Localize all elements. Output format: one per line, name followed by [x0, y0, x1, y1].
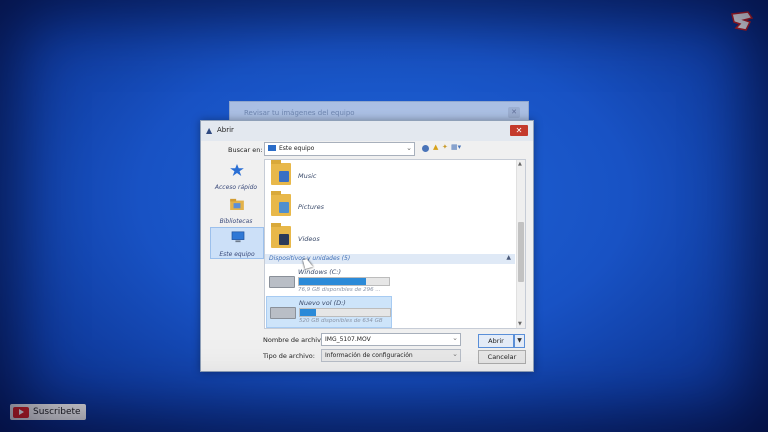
file-name-label: Nombre de archivo:: [263, 336, 328, 344]
pictures-folder-icon: [271, 191, 291, 216]
videos-folder-icon: [271, 223, 291, 248]
look-in-label: Buscar en:: [228, 146, 263, 154]
drive-free-space: 76,9 GB disponibles de 296 ...: [298, 287, 381, 293]
scroll-up-icon[interactable]: ▲: [518, 161, 522, 167]
drive-item-c[interactable]: Windows (C:) 76,9 GB disponibles de 296 …: [266, 266, 390, 296]
folder-name: Videos: [298, 235, 320, 243]
cancel-button[interactable]: Cancelar: [478, 350, 526, 364]
file-type-label: Tipo de archivo:: [263, 352, 315, 360]
chevron-down-icon[interactable]: ⌄: [452, 334, 458, 342]
chevron-down-icon: ⌄: [452, 350, 458, 358]
drive-name: Windows (C:): [298, 268, 342, 276]
list-item-folder[interactable]: Pictures: [271, 191, 511, 220]
file-name-value: IMG_5107.MOV: [325, 335, 371, 343]
chevron-up-icon[interactable]: ▲: [506, 254, 511, 261]
computer-icon: [268, 145, 276, 151]
drive-usage-bar: [298, 277, 390, 286]
up-folder-icon[interactable]: ▲: [433, 143, 438, 151]
scroll-down-icon[interactable]: ▼: [518, 321, 522, 327]
place-this-pc[interactable]: Este equipo: [210, 227, 264, 259]
views-icon[interactable]: ▦▾: [451, 143, 461, 151]
folder-name: Music: [298, 172, 317, 180]
place-label: Acceso rápido: [214, 184, 258, 191]
chevron-down-icon: ⌄: [406, 144, 412, 152]
background-dialog-title: Revisar tu imágenes del equipo: [244, 109, 355, 117]
file-type-value: Información de configuración: [325, 351, 413, 359]
drive-usage-bar: [299, 308, 391, 317]
open-button[interactable]: Abrir: [478, 334, 514, 348]
look-in-value: Este equipo: [279, 145, 315, 152]
vertical-scrollbar[interactable]: ▲ ▼: [516, 160, 525, 328]
list-item-folder[interactable]: Videos: [271, 223, 511, 252]
close-button[interactable]: ✕: [510, 125, 528, 136]
music-folder-icon: [271, 160, 291, 185]
back-icon[interactable]: [422, 145, 429, 152]
drive-name: Nuevo vol (D:): [299, 299, 346, 307]
open-options-button[interactable]: ▼: [514, 334, 525, 348]
place-label: Bibliotecas: [219, 218, 253, 225]
look-in-combo[interactable]: Este equipo ⌄: [264, 142, 415, 156]
place-label: Este equipo: [219, 251, 255, 258]
open-dialog: ▲ Abrir ✕ Buscar en: Este equipo ⌄ ▲ ✦ ▦…: [200, 120, 534, 372]
drive-item-d[interactable]: Nuevo vol (D:) 520 GB disponibles de 634…: [266, 296, 392, 328]
star-icon: [230, 164, 244, 176]
dialog-titlebar[interactable]: ▲ Abrir ✕: [201, 121, 533, 141]
app-icon: ▲: [206, 126, 213, 135]
drive-usage-fill: [299, 278, 366, 285]
dialog-title: Abrir: [217, 126, 234, 134]
new-folder-icon[interactable]: ✦: [442, 143, 448, 151]
subscribe-badge[interactable]: Suscribete: [10, 404, 86, 420]
file-list[interactable]: Music Pictures Videos Dispositivos y uni…: [264, 159, 526, 329]
file-name-input[interactable]: IMG_5107.MOV ⌄: [321, 333, 461, 346]
computer-icon: [231, 231, 245, 243]
folder-name: Pictures: [298, 203, 325, 211]
list-item-folder[interactable]: Music: [271, 160, 511, 189]
drive-usage-fill: [300, 309, 317, 316]
place-quick-access[interactable]: Acceso rápido: [210, 161, 262, 191]
places-bar: Acceso rápido Bibliotecas Este equipo: [207, 159, 264, 359]
play-icon: [13, 406, 29, 418]
place-libraries[interactable]: Bibliotecas: [210, 195, 262, 225]
drive-icon: [270, 307, 296, 319]
drive-free-space: 520 GB disponibles de 634 GB: [299, 318, 383, 324]
drive-icon: [269, 276, 295, 288]
close-icon[interactable]: ✕: [508, 107, 520, 118]
file-type-select[interactable]: Información de configuración ⌄: [321, 349, 461, 362]
scroll-thumb[interactable]: [518, 222, 524, 282]
library-icon: [230, 198, 244, 210]
channel-logo-icon: [731, 11, 754, 31]
subscribe-label: Suscribete: [33, 407, 81, 417]
group-header[interactable]: Dispositivos y unidades (5) ▲: [265, 254, 515, 264]
